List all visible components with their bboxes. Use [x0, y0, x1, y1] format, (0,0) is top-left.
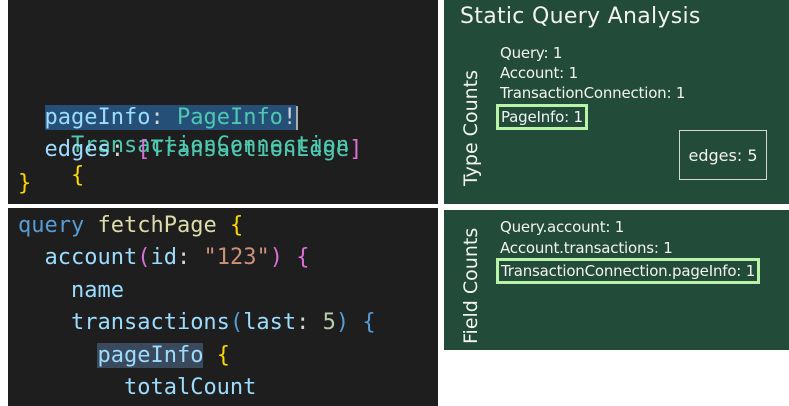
left-paren: ( [229, 310, 244, 335]
non-null-bang: ! [282, 105, 297, 130]
type-count-item: Account: 1 [500, 64, 578, 82]
query-line-6: totalCount [18, 373, 256, 403]
field-counts-panel: Field Counts Query.account: 1 Account.tr… [444, 210, 789, 350]
query-line-2: account(id: "123") { [18, 243, 310, 273]
colon: : [176, 245, 204, 270]
schema-line-pageinfo: pageInfo: PageInfo! [18, 103, 299, 133]
query-line-5: pageInfo { [18, 341, 230, 371]
field-transactions: transactions [70, 310, 230, 335]
schema-editor[interactable]: type TransactionConnection { pageInfo: P… [8, 0, 438, 204]
query-line-4: transactions(last: 5) { [18, 308, 376, 338]
colon: : [296, 310, 323, 335]
selected-text[interactable]: pageInfo: PageInfo! [44, 105, 297, 130]
right-paren: ) [335, 310, 350, 335]
right-paren: ) [269, 245, 283, 270]
field-pageinfo: pageInfo [44, 105, 151, 130]
field-count-item: Account.transactions: 1 [500, 239, 673, 257]
type-counts-panel: Static Query Analysis Type Counts Query:… [444, 0, 789, 204]
type-counts-label: Type Counts [460, 69, 482, 186]
field-name: name [70, 278, 124, 303]
field-count-item-highlighted: TransactionConnection.pageInfo: 1 [495, 258, 761, 284]
query-editor[interactable]: query fetchPage { account(id: "123") { n… [8, 208, 438, 406]
type-pageinfo: PageInfo [176, 105, 283, 130]
edges-label: edges: [688, 145, 743, 165]
query-line-3: name [18, 276, 124, 306]
field-count-item: Query.account: 1 [500, 218, 625, 236]
keyword-query: query [18, 213, 85, 238]
schema-line-close: } [18, 169, 31, 199]
right-bracket: ] [349, 137, 363, 162]
field-totalcount: totalCount [123, 375, 257, 400]
open-brace: { [70, 163, 85, 188]
type-count-item: TransactionConnection: 1 [500, 84, 686, 102]
type-count-item: Query: 1 [500, 44, 563, 62]
schema-line-edges: edges: [TransactionEdge] [18, 135, 363, 165]
edges-value: 5 [747, 145, 758, 165]
left-bracket: [ [137, 137, 151, 162]
field-pageinfo-highlighted[interactable]: pageInfo [97, 343, 204, 368]
arg-last: last [243, 310, 297, 335]
query-line-1: query fetchPage { [18, 211, 243, 241]
edges-count-box: edges: 5 [679, 130, 767, 180]
colon: : [150, 105, 177, 130]
analysis-title: Static Query Analysis [460, 4, 701, 29]
open-brace: { [296, 245, 310, 270]
colon: : [110, 137, 138, 162]
schema-line-type: type TransactionConnection { [18, 71, 349, 188]
field-account: account [44, 245, 138, 270]
open-brace: { [362, 310, 376, 335]
type-transactionedge: TransactionEdge [150, 137, 350, 162]
string-value: "123" [203, 245, 270, 270]
arg-id: id [150, 245, 177, 270]
close-brace: } [18, 171, 32, 196]
text-cursor [296, 106, 299, 130]
field-edges: edges [44, 137, 111, 162]
open-brace: { [216, 343, 230, 368]
type-count-item-highlighted: PageInfo: 1 [496, 104, 588, 130]
open-brace: { [229, 213, 244, 238]
number-value: 5 [322, 310, 336, 335]
left-paren: ( [137, 245, 151, 270]
query-name: fetchPage [97, 213, 217, 238]
field-counts-label: Field Counts [460, 227, 482, 344]
